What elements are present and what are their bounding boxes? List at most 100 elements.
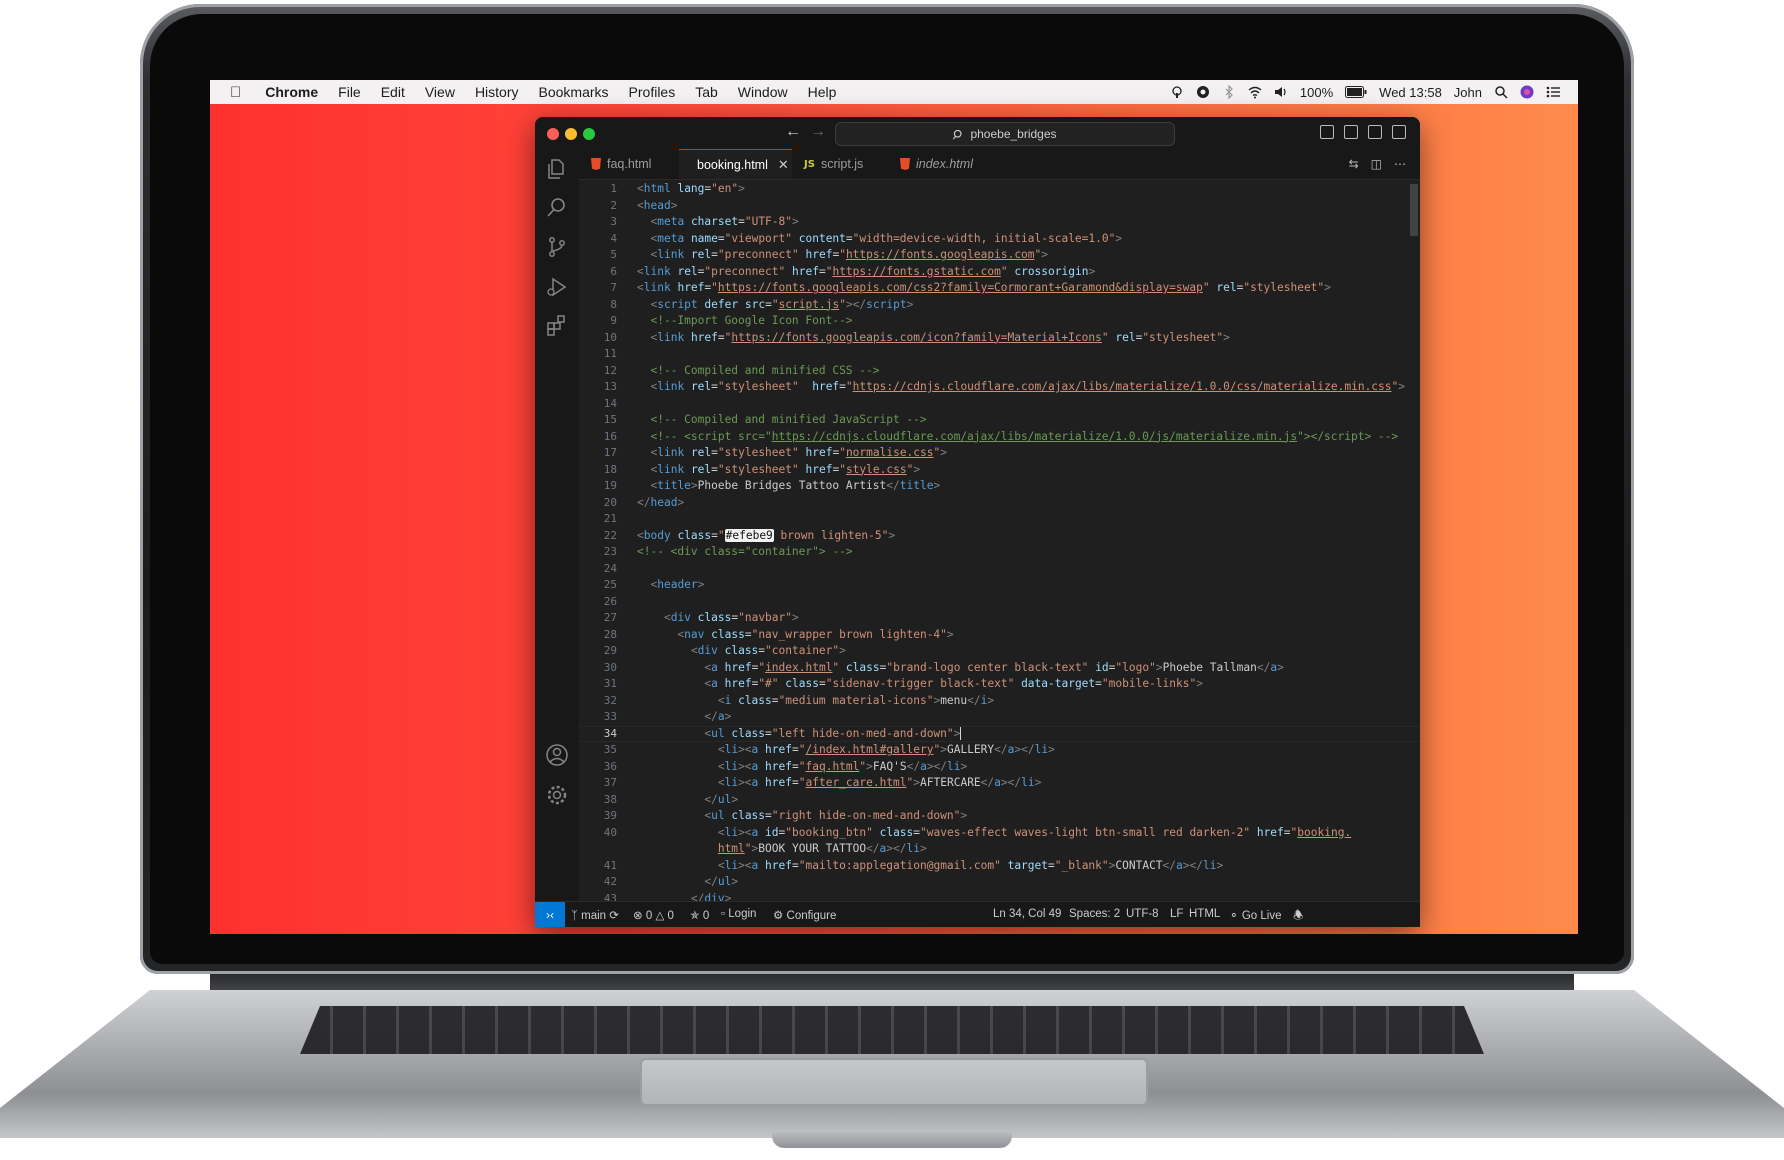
code-text[interactable]: <link href="https://fonts.googleapis.com…	[637, 280, 1331, 297]
code-line[interactable]: 43 </div>	[579, 891, 1408, 902]
control-center-icon[interactable]	[1546, 85, 1560, 99]
code-text[interactable]: <nav class="nav_wrapper brown lighten-4"…	[637, 627, 953, 644]
close-window-button[interactable]	[547, 128, 559, 140]
toggle-panel-icon[interactable]	[1344, 125, 1358, 139]
code-line[interactable]: 23 <!-- <div class="container"> -->	[579, 544, 1408, 561]
cursor-position[interactable]: Ln 34, Col 49	[993, 908, 1061, 920]
code-line[interactable]: 3 <meta charset="UTF-8">	[579, 214, 1408, 231]
code-line[interactable]: html">BOOK YOUR TATTOO</a></li>	[579, 841, 1408, 858]
code-line[interactable]: 37 <li><a href="after_care.html">AFTERCA…	[579, 775, 1408, 792]
code-text[interactable]: </ul>	[637, 874, 738, 891]
code-line[interactable]: 17 <link rel="stylesheet" href="normalis…	[579, 445, 1408, 462]
end-of-line[interactable]: LF	[1170, 908, 1183, 920]
code-line[interactable]: 27 <div class="navbar">	[579, 610, 1408, 627]
code-line[interactable]: 29 <div class="container">	[579, 643, 1408, 660]
code-text[interactable]: <!--Import Google Icon Font-->	[637, 313, 852, 330]
back-arrow-icon[interactable]: ←	[785, 123, 801, 141]
menu-app-name[interactable]: Chrome	[255, 84, 328, 100]
compare-changes-icon[interactable]: ⇆	[1349, 157, 1359, 171]
siri-icon[interactable]	[1520, 85, 1534, 99]
code-line[interactable]: 13 <link rel="stylesheet" href="https://…	[579, 379, 1408, 396]
code-line[interactable]: 26	[579, 594, 1408, 611]
code-text[interactable]: </div>	[637, 891, 731, 902]
code-line[interactable]: 42 </ul>	[579, 874, 1408, 891]
menu-edit[interactable]: Edit	[371, 84, 415, 100]
menu-history[interactable]: History	[465, 84, 529, 100]
code-text[interactable]: <meta charset="UTF-8">	[637, 214, 798, 231]
code-text[interactable]: <link rel="stylesheet" href="style.css">	[637, 462, 920, 479]
code-text[interactable]: <div class="navbar">	[637, 610, 799, 627]
problems-indicator[interactable]: ⊗ 0 △ 0	[633, 908, 674, 922]
code-text[interactable]: <!-- Compiled and minified JavaScript --…	[637, 412, 926, 429]
code-line[interactable]: 22 <body class="#efebe9 brown lighten-5">	[579, 528, 1408, 545]
code-text[interactable]: <link rel="stylesheet" href="https://cdn…	[637, 379, 1405, 396]
customize-layout-icon[interactable]	[1392, 125, 1406, 139]
code-text[interactable]: <!-- <script src="https://cdnjs.cloudfla…	[637, 429, 1398, 446]
menu-profiles[interactable]: Profiles	[619, 84, 686, 100]
code-line[interactable]: 24	[579, 561, 1408, 578]
code-text[interactable]: <body class="#efebe9 brown lighten-5">	[637, 528, 895, 545]
code-line[interactable]: 4 <meta name="viewport" content="width=d…	[579, 231, 1408, 248]
code-line[interactable]: 5 <link rel="preconnect" href="https://f…	[579, 247, 1408, 264]
code-text[interactable]: </ul>	[637, 792, 738, 809]
code-line[interactable]: 41 <li><a href="mailto:applegation@gmail…	[579, 858, 1408, 875]
source-control-icon[interactable]	[545, 235, 569, 259]
search-icon[interactable]	[545, 195, 569, 219]
tab-booking-html[interactable]: booking.html ✕	[679, 149, 792, 179]
code-line[interactable]: 12 <!-- Compiled and minified CSS -->	[579, 363, 1408, 380]
code-line[interactable]: 31 <a href="#" class="sidenav-trigger bl…	[579, 676, 1408, 693]
tab-faq-html[interactable]: faq.html	[579, 149, 679, 179]
maximize-window-button[interactable]	[583, 128, 595, 140]
branch-indicator[interactable]: ᛉ main ⟳	[571, 908, 619, 922]
account-icon[interactable]	[545, 743, 569, 767]
code-line[interactable]: 39 <ul class="right hide-on-med-and-down…	[579, 808, 1408, 825]
scrollbar-thumb[interactable]	[1410, 184, 1418, 236]
command-center-search[interactable]: phoebe_bridges	[835, 122, 1175, 146]
code-line[interactable]: 16 <!-- <script src="https://cdnjs.cloud…	[579, 429, 1408, 446]
menu-help[interactable]: Help	[798, 84, 847, 100]
configure-item[interactable]: ⚙ Configure	[773, 908, 836, 922]
code-text[interactable]: <a href="#" class="sidenav-trigger black…	[637, 676, 1203, 693]
code-text[interactable]: <link href="https://fonts.googleapis.com…	[637, 330, 1229, 347]
code-line[interactable]: 25 <header>	[579, 577, 1408, 594]
code-text[interactable]: <meta name="viewport" content="width=dev…	[637, 231, 1122, 248]
code-line[interactable]: 10 <link href="https://fonts.googleapis.…	[579, 330, 1408, 347]
tab-index-html[interactable]: index.html	[888, 149, 988, 179]
code-text[interactable]: <link rel="preconnect" href="https://fon…	[637, 264, 1095, 281]
code-line[interactable]: 15 <!-- Compiled and minified JavaScript…	[579, 412, 1408, 429]
bluetooth-icon[interactable]	[1222, 85, 1236, 99]
code-line[interactable]: 33 </a>	[579, 709, 1408, 726]
encoding[interactable]: UTF-8	[1126, 908, 1159, 920]
code-line[interactable]: 34 <ul class="left hide-on-med-and-down"…	[579, 726, 1408, 743]
code-text[interactable]: <header>	[637, 577, 704, 594]
notifications-bell-icon[interactable]: 🕭	[1293, 908, 1303, 927]
menu-bookmarks[interactable]: Bookmarks	[529, 84, 619, 100]
code-line[interactable]: 35 <li><a href="/index.html#gallery">GAL…	[579, 742, 1408, 759]
editor-scrollbar[interactable]	[1408, 180, 1420, 901]
settings-gear-icon[interactable]	[545, 783, 569, 807]
code-line[interactable]: 20 </head>	[579, 495, 1408, 512]
extensions-icon[interactable]	[545, 313, 569, 337]
code-text[interactable]: <link rel="stylesheet" href="normalise.c…	[637, 445, 947, 462]
indentation[interactable]: Spaces: 2	[1069, 908, 1120, 920]
apple-menu-icon[interactable]: 	[210, 84, 255, 101]
code-line[interactable]: 6 <link rel="preconnect" href="https://fo…	[579, 264, 1408, 281]
code-text[interactable]: <li><a href="after_care.html">AFTERCARE<…	[637, 775, 1042, 792]
tab-script-js[interactable]: JS script.js	[792, 149, 888, 179]
code-text[interactable]: <a href="index.html" class="brand-logo c…	[637, 660, 1284, 677]
code-editor[interactable]: 1 <html lang="en"> 2 <head> 3 <meta charset=…	[579, 180, 1420, 901]
code-line[interactable]: 19 <title>Phoebe Bridges Tattoo Artist</…	[579, 478, 1408, 495]
code-text[interactable]: <link rel="preconnect" href="https://fon…	[637, 247, 1048, 264]
clock[interactable]: Wed 13:58	[1379, 85, 1442, 100]
volume-icon[interactable]	[1274, 85, 1288, 99]
code-text[interactable]: <!-- <div class="container"> -->	[637, 544, 853, 561]
code-text[interactable]: <li><a href="/index.html#gallery">GALLER…	[637, 742, 1055, 759]
code-text[interactable]: <title>Phoebe Bridges Tattoo Artist</tit…	[637, 478, 940, 495]
code-line[interactable]: 14	[579, 396, 1408, 413]
code-text[interactable]: <ul class="right hide-on-med-and-down">	[637, 808, 967, 825]
code-line[interactable]: 38 </ul>	[579, 792, 1408, 809]
code-text[interactable]: </head>	[637, 495, 684, 512]
menu-tab[interactable]: Tab	[685, 84, 728, 100]
code-text[interactable]: <i class="medium material-icons">menu</i…	[637, 693, 994, 710]
toggle-secondary-sidebar-icon[interactable]	[1368, 125, 1382, 139]
